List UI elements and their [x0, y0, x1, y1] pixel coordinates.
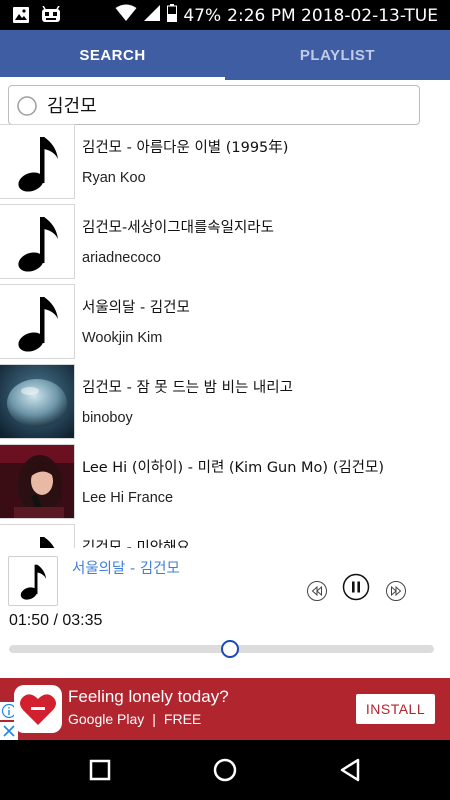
music-note-icon — [0, 284, 75, 359]
list-item[interactable]: 김건모 - 아름다운 이별 (1995年) Ryan Koo — [0, 124, 450, 204]
results-list[interactable]: 김건모 - 아름다운 이별 (1995年) Ryan Koo 김건모-세상이그대… — [0, 124, 450, 548]
music-note-icon — [0, 204, 75, 279]
tab-indicator — [0, 77, 225, 80]
status-time: 2:26 PM 2018-02-13-TUE — [227, 5, 438, 26]
home-icon[interactable] — [211, 756, 239, 784]
song-artist: binoboy — [82, 410, 133, 426]
tab-playlist-label: PLAYLIST — [299, 46, 376, 64]
song-title: Lee Hi (이하이) - 미련 (Kim Gun Mo) (김건모) — [82, 460, 385, 476]
tab-search[interactable]: SEARCH — [0, 30, 225, 80]
song-title: 김건모-세상이그대를속일지라도 — [82, 220, 274, 236]
fast-forward-icon[interactable] — [385, 580, 407, 602]
back-icon[interactable] — [336, 756, 364, 784]
ad-app-logo — [14, 685, 62, 733]
now-playing-title[interactable]: 서울의달 - 김건모 — [72, 557, 180, 578]
status-bar: 47% 2:26 PM 2018-02-13-TUE — [0, 0, 450, 30]
seek-thumb[interactable] — [221, 640, 239, 658]
list-item[interactable]: 김건모-세상이그대를속일지라도 ariadnecoco — [0, 204, 450, 284]
signal-icon — [143, 4, 161, 27]
song-title: 김건모 - 미안해요 — [82, 540, 190, 548]
rewind-icon[interactable] — [306, 580, 328, 602]
battery-percent: 47% — [183, 5, 222, 26]
ad-banner[interactable]: Feeling lonely today? Google Play | FREE… — [0, 678, 450, 740]
song-artist: Wookjin Kim — [82, 330, 163, 346]
recents-icon[interactable] — [86, 756, 114, 784]
ad-price: FREE — [163, 711, 202, 727]
wifi-icon — [115, 4, 137, 27]
tab-search-label: SEARCH — [79, 46, 146, 64]
android-debug-icon — [40, 5, 62, 28]
song-artist: Ryan Koo — [82, 170, 146, 186]
list-item[interactable]: Lee Hi (이하이) - 미련 (Kim Gun Mo) (김건모) Lee… — [0, 444, 450, 524]
search-input[interactable] — [47, 86, 407, 124]
song-artist: Lee Hi France — [82, 490, 174, 506]
song-title: 김건모 - 아름다운 이별 (1995年) — [82, 140, 289, 156]
battery-icon — [167, 4, 178, 27]
water-drop-thumbnail — [0, 364, 75, 439]
playback-time: 01:50 / 03:35 — [9, 612, 103, 629]
ad-store-name: Google Play — [68, 711, 145, 727]
singer-thumbnail — [0, 444, 75, 519]
navigation-bar — [0, 740, 450, 800]
ad-title: Feeling lonely today? — [68, 687, 229, 706]
ad-store-info: Google Play | FREE — [68, 711, 201, 727]
song-title: 서울의달 - 김건모 — [82, 300, 190, 316]
list-item[interactable]: 서울의달 - 김건모 Wookjin Kim — [0, 284, 450, 364]
now-playing-thumbnail — [8, 556, 58, 606]
song-artist: ariadnecoco — [82, 250, 161, 266]
tab-playlist[interactable]: PLAYLIST — [225, 30, 450, 80]
ad-divider: | — [152, 711, 156, 727]
list-item[interactable]: 김건모 - 미안해요 — [0, 524, 450, 548]
search-box[interactable] — [8, 85, 420, 125]
tab-bar: SEARCH PLAYLIST — [0, 30, 450, 80]
list-item[interactable]: 김건모 - 잠 못 드는 밤 비는 내리고 binoboy — [0, 364, 450, 444]
search-icon — [15, 94, 39, 118]
install-button[interactable]: INSTALL — [356, 694, 435, 724]
music-note-icon — [0, 524, 75, 548]
music-note-icon — [0, 124, 75, 199]
image-icon — [12, 6, 30, 28]
song-title: 김건모 - 잠 못 드는 밤 비는 내리고 — [82, 380, 293, 396]
pause-icon[interactable] — [342, 573, 370, 601]
mini-player: 서울의달 - 김건모 01:50 / 03:35 — [0, 548, 450, 678]
